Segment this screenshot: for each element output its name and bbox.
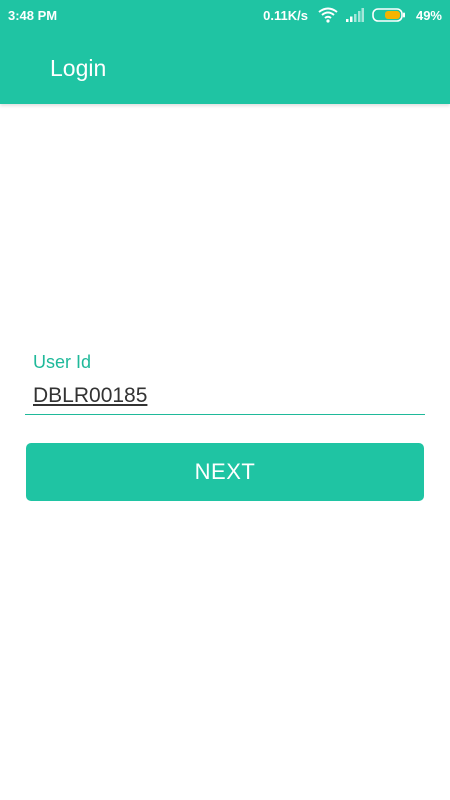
- status-bar: 3:48 PM 0.11K/s 49%: [0, 0, 450, 32]
- user-id-label: User Id: [33, 352, 92, 372]
- next-button[interactable]: NEXT: [26, 443, 424, 501]
- status-time: 3:48 PM: [8, 8, 58, 23]
- user-id-input[interactable]: [25, 378, 425, 415]
- battery-icon: [372, 8, 406, 22]
- user-id-field: User Id: [25, 352, 425, 415]
- battery-percent: 49%: [415, 7, 442, 23]
- status-right-group: 0.11K/s 49%: [263, 7, 442, 23]
- signal-icon: [345, 8, 364, 22]
- wifi-icon: [318, 7, 338, 23]
- app-bar: 3:48 PM 0.11K/s 49% Login: [0, 0, 450, 104]
- network-speed: 0.11K/s: [263, 7, 308, 23]
- page-title: Login: [50, 55, 107, 81]
